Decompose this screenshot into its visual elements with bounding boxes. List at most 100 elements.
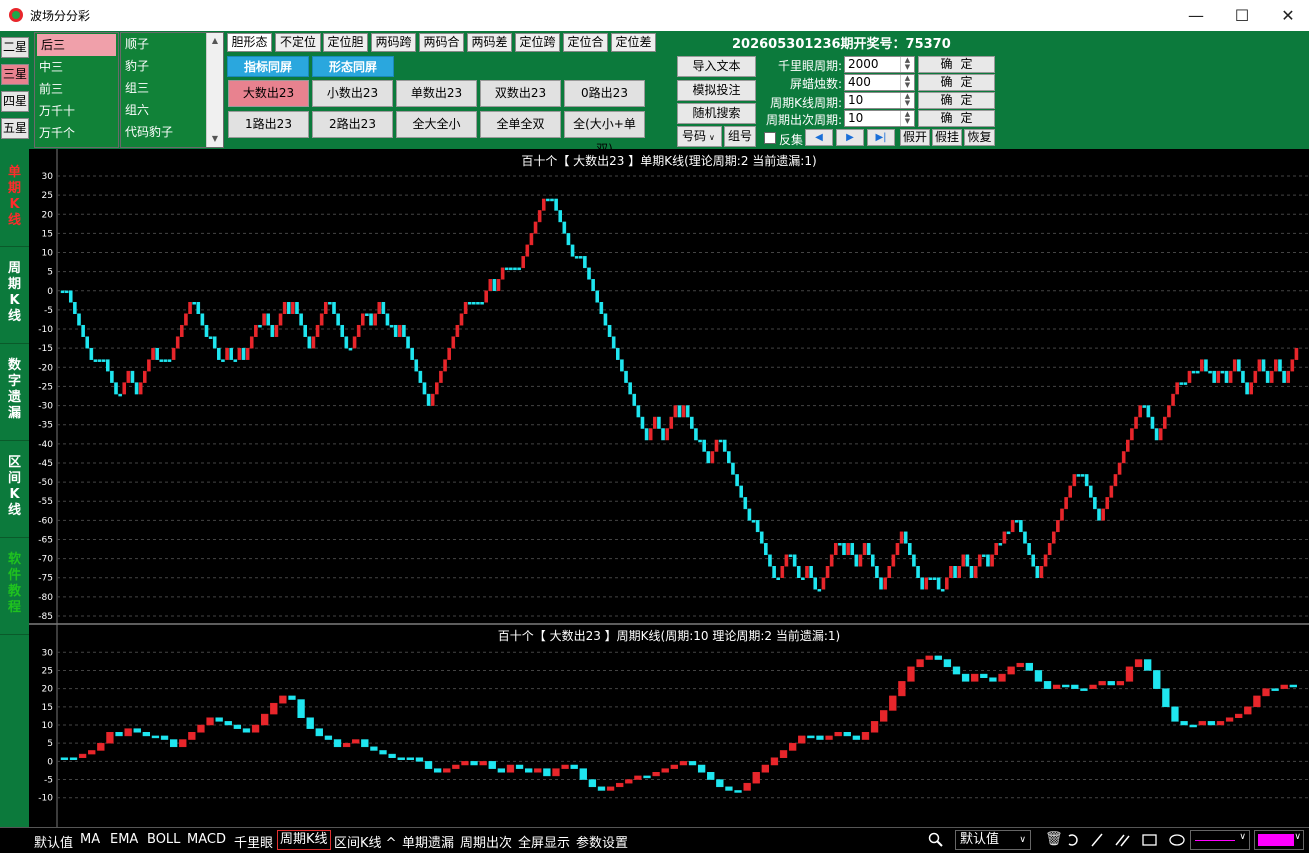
vtab-4[interactable]: 软件教程	[0, 538, 29, 635]
candle	[1249, 382, 1253, 395]
candle	[1109, 485, 1114, 498]
candle	[461, 761, 469, 766]
period-count-button[interactable]: 周期出次	[460, 832, 512, 851]
spinner-icon[interactable]: ▲ ▼	[900, 75, 914, 90]
ma-button[interactable]: MA	[80, 832, 100, 847]
route2-23-button[interactable]: 2路出23	[312, 111, 393, 138]
list-item[interactable]: 后三	[37, 34, 116, 56]
tab-ding-wei-kua[interactable]: 定位跨	[515, 33, 560, 52]
setting-input[interactable]: 10 ▲ ▼	[844, 110, 915, 127]
route0-23-button[interactable]: 0路出23	[564, 80, 645, 107]
line-color-select[interactable]: ∨	[1190, 830, 1250, 850]
spinner-icon[interactable]: ▲ ▼	[900, 57, 914, 72]
tab-dan-form[interactable]: 胆形态	[227, 33, 272, 52]
zoom-icon[interactable]	[928, 832, 944, 848]
parallel-line-icon[interactable]	[1114, 832, 1132, 848]
vtab-1[interactable]: 周期K线	[0, 247, 29, 344]
y-tick-label: 15	[42, 703, 53, 713]
kline-charts[interactable]: 百十个【 大数出23 】单期K线(理论周期:2 当前遗漏:1) 30 25 20 15 1…	[29, 149, 1309, 827]
scroll-down-icon[interactable]: ▼	[207, 131, 223, 147]
candle	[669, 416, 674, 429]
tab-ding-wei-dan[interactable]: 定位胆	[323, 33, 368, 52]
all-odd-even-button[interactable]: 全单全双	[480, 111, 561, 138]
form-list[interactable]: 顺子 豹子 组三 组六 代码豹子 ▲ ▼	[120, 32, 224, 148]
all-combo-button[interactable]: 全(大小+单双)	[564, 111, 645, 156]
indicator-same-screen-button[interactable]: 指标同屏	[227, 56, 309, 77]
vtab-3[interactable]: 区间K线	[0, 441, 29, 538]
tab-liang-ma-he[interactable]: 两码合	[419, 33, 464, 52]
star-four-button[interactable]: 四星	[1, 91, 29, 112]
macd-button[interactable]: MACD	[187, 832, 226, 847]
list-item[interactable]: 中三	[35, 56, 118, 78]
boll-button[interactable]: BOLL	[147, 832, 180, 847]
vtab-2[interactable]: 数字遗漏	[0, 344, 29, 441]
form-same-screen-button[interactable]: 形态同屏	[312, 56, 394, 77]
reverse-checkbox[interactable]	[764, 132, 776, 144]
minimize-button[interactable]: —	[1173, 0, 1219, 31]
qianliyan-button[interactable]: 千里眼	[234, 832, 273, 851]
single-miss-button[interactable]: 单期遗漏	[402, 832, 454, 851]
small-23-button[interactable]: 小数出23	[312, 80, 393, 107]
ellipse-tool-icon[interactable]	[1168, 833, 1186, 847]
period-kline-button[interactable]: 周期K线	[277, 830, 331, 850]
odd-23-button[interactable]: 单数出23	[396, 80, 477, 107]
random-search-button[interactable]: 随机搜索	[677, 103, 756, 124]
tab-ding-wei-cha[interactable]: 定位差	[611, 33, 656, 52]
route1-23-button[interactable]: 1路出23	[228, 111, 309, 138]
star-five-button[interactable]: 五星	[1, 118, 29, 139]
tab-liang-ma-cha[interactable]: 两码差	[467, 33, 512, 52]
spinner-icon[interactable]: ▲ ▼	[900, 93, 914, 108]
simulate-bet-button[interactable]: 模拟投注	[677, 80, 756, 101]
confirm-button[interactable]: 确定	[918, 110, 995, 127]
star-three-button[interactable]: 三星	[1, 64, 29, 85]
even-23-button[interactable]: 双数出23	[480, 80, 561, 107]
list-scrollbar[interactable]: ▲ ▼	[206, 33, 223, 147]
ema-button[interactable]: EMA	[110, 832, 138, 847]
trash-icon[interactable]: 🗑	[1045, 831, 1063, 847]
close-button[interactable]: ✕	[1265, 0, 1309, 31]
default-button[interactable]: 默认值	[34, 832, 73, 851]
setting-input[interactable]: 400 ▲ ▼	[844, 74, 915, 91]
fullscreen-button[interactable]: 全屏显示	[518, 832, 570, 851]
all-big-small-button[interactable]: 全大全小	[396, 111, 477, 138]
tab-ding-wei-he[interactable]: 定位合	[563, 33, 608, 52]
rectangle-tool-icon[interactable]	[1142, 833, 1158, 847]
import-text-button[interactable]: 导入文本	[677, 56, 756, 77]
tab-liang-ma-kua[interactable]: 两码跨	[371, 33, 416, 52]
last-icon[interactable]: ▶|	[867, 129, 895, 146]
confirm-button[interactable]: 确定	[918, 92, 995, 109]
fill-color-select[interactable]: ∨	[1254, 830, 1304, 850]
list-item[interactable]: 前三	[35, 78, 118, 100]
fake-hang-button[interactable]: 假挂	[932, 129, 962, 146]
undo-icon[interactable]	[1066, 832, 1080, 848]
setting-input[interactable]: 2000 ▲ ▼	[844, 56, 915, 73]
position-list[interactable]: 后三 中三 前三 万千十 万千个	[34, 32, 119, 148]
interval-kline-button[interactable]: 区间K线 ^	[334, 832, 397, 851]
indicator-select[interactable]: 默认值 ∨	[955, 830, 1031, 850]
line-tool-icon[interactable]	[1090, 832, 1104, 848]
list-item[interactable]: 万千个	[35, 122, 118, 144]
big-23-button[interactable]: 大数出23	[228, 80, 309, 107]
candle	[566, 233, 571, 246]
prev-icon[interactable]: ◀	[805, 129, 833, 146]
tab-bu-ding-wei[interactable]: 不定位	[275, 33, 321, 52]
candle	[562, 221, 567, 234]
setting-input[interactable]: 10 ▲ ▼	[844, 92, 915, 109]
list-item[interactable]: 万千十	[35, 100, 118, 122]
confirm-button[interactable]: 确定	[918, 74, 995, 91]
fake-open-button[interactable]: 假开	[900, 129, 930, 146]
scroll-up-icon[interactable]: ▲	[207, 33, 223, 49]
settings-button[interactable]: 参数设置	[576, 832, 628, 851]
candle	[850, 543, 855, 556]
next-icon[interactable]: ▶	[836, 129, 864, 146]
confirm-button[interactable]: 确定	[918, 56, 995, 73]
star-two-button[interactable]: 二星	[1, 37, 29, 58]
spinner-icon[interactable]: ▲ ▼	[900, 111, 914, 126]
group-number-button[interactable]: 组号	[724, 126, 756, 147]
restore-button[interactable]: 恢复	[964, 129, 995, 146]
number-dropdown[interactable]: 号码 ∨	[677, 126, 722, 147]
candle	[212, 336, 217, 349]
vtab-0[interactable]: 单期K线	[0, 151, 29, 247]
maximize-button[interactable]: ☐	[1219, 0, 1265, 31]
candle	[698, 439, 702, 443]
